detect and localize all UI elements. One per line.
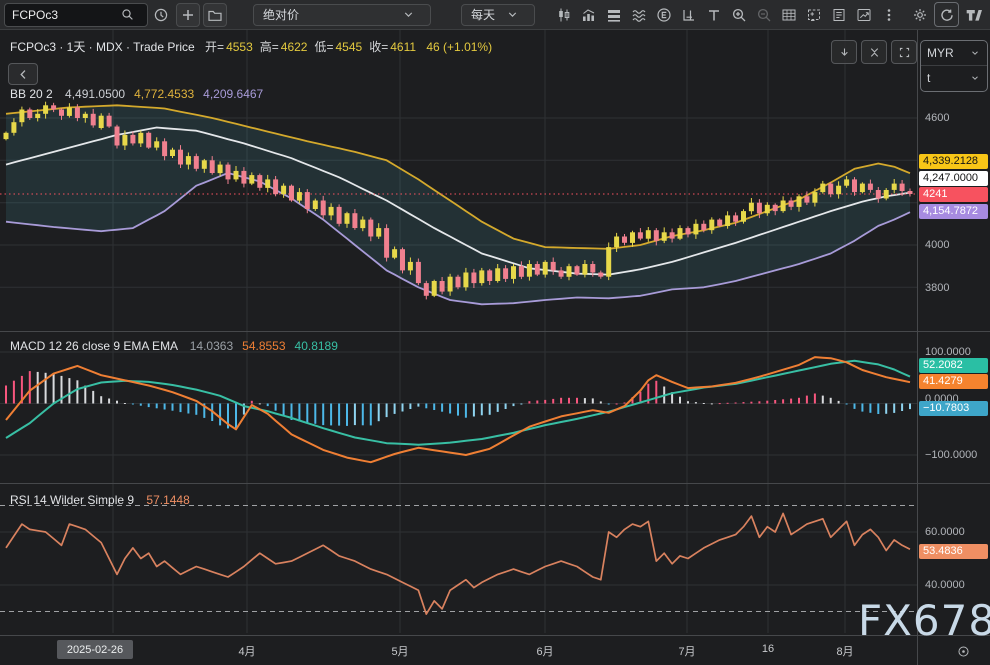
currency-dropdown[interactable]: MYR bbox=[921, 41, 987, 66]
chevron-down-icon bbox=[500, 2, 525, 28]
time-axis[interactable]: 2025-02-26 4月 5月 6月 7月 16 8月 bbox=[0, 635, 990, 665]
price-tick: 4000 bbox=[925, 239, 949, 251]
chevron-left-icon bbox=[11, 61, 36, 87]
chart-type-icon[interactable] bbox=[551, 2, 576, 28]
chevron-down-icon bbox=[969, 47, 981, 59]
undo-icon[interactable] bbox=[934, 2, 959, 27]
unit-label: t bbox=[927, 71, 930, 85]
currency-unit-selector: MYR t bbox=[920, 40, 988, 92]
price-axis[interactable]: 460040003800100.00000.0000−100.000060.00… bbox=[917, 30, 990, 635]
top-toolbar: FCPOc3 绝对价 每天 bbox=[0, 0, 990, 30]
collapse-icon bbox=[862, 39, 887, 65]
chart-canvas[interactable]: FCPOc3 · 1天 · MDX · Trade Price 开=4553高=… bbox=[0, 30, 917, 635]
snapshot-icon[interactable] bbox=[801, 2, 826, 28]
maximize-pane-button[interactable] bbox=[891, 40, 917, 64]
patterns-icon[interactable] bbox=[626, 2, 651, 28]
symbol-text: FCPOc3 bbox=[12, 8, 58, 22]
folder-icon[interactable] bbox=[203, 3, 227, 27]
interval-dropdown[interactable]: 每天 bbox=[461, 4, 535, 26]
chart-plot bbox=[0, 30, 917, 635]
price-badge: −10.7803 bbox=[919, 401, 988, 416]
price-badge: 41.4279 bbox=[919, 374, 988, 389]
price-badge: 4,339.2128 bbox=[919, 154, 988, 169]
interval-label: 每天 bbox=[471, 6, 495, 23]
price-tick: 100.0000 bbox=[925, 346, 971, 358]
more-options-icon[interactable] bbox=[876, 2, 901, 28]
back-button[interactable] bbox=[8, 63, 38, 85]
toolbar-right bbox=[907, 2, 986, 28]
time-tick: 8月 bbox=[836, 643, 853, 659]
collapse-pane-button[interactable] bbox=[861, 40, 887, 64]
indicators-icon[interactable] bbox=[576, 2, 601, 28]
time-tick: 6月 bbox=[536, 643, 553, 659]
sessions-icon bbox=[951, 638, 976, 664]
chart-stats-icon[interactable] bbox=[851, 2, 876, 28]
text-tool-icon[interactable] bbox=[701, 2, 726, 28]
cursor-date-badge: 2025-02-26 bbox=[57, 640, 133, 659]
arrow-down-icon bbox=[832, 39, 857, 65]
axis-divider bbox=[917, 636, 918, 665]
price-tick: 3800 bbox=[925, 282, 949, 294]
forecast-icon[interactable] bbox=[676, 2, 701, 28]
tradingview-logo-icon bbox=[961, 2, 986, 28]
time-tick: 16 bbox=[762, 643, 774, 655]
price-badge: 4,247.0000 bbox=[919, 171, 988, 186]
chevron-down-icon bbox=[396, 2, 421, 28]
trading-chart-app: FCPOc3 绝对价 每天 FCPOc3 · 1天 · MDX · Trade … bbox=[0, 0, 990, 665]
scroll-to-recent-button[interactable] bbox=[831, 40, 857, 64]
price-badge: 52.2082 bbox=[919, 358, 988, 373]
pane-buttons bbox=[831, 40, 917, 64]
chevron-down-icon bbox=[969, 72, 981, 84]
price-tick: 4600 bbox=[925, 112, 949, 124]
price-badge: 4,154.7872 bbox=[919, 204, 988, 219]
events-icon[interactable] bbox=[651, 2, 676, 28]
maximize-icon bbox=[892, 39, 917, 65]
sessions-settings-button[interactable] bbox=[953, 641, 973, 661]
toolbar-tools bbox=[551, 2, 901, 28]
pane-separator bbox=[918, 331, 990, 332]
price-badge: 53.4836 bbox=[919, 544, 988, 559]
symbol-search[interactable]: FCPOc3 bbox=[4, 3, 148, 27]
unit-dropdown[interactable]: t bbox=[921, 66, 987, 90]
price-tick: 40.0000 bbox=[925, 579, 965, 591]
compare-icon[interactable] bbox=[601, 2, 626, 28]
price-badge: 4241 bbox=[919, 187, 988, 202]
zoom-in-icon[interactable] bbox=[726, 2, 751, 28]
settings-gear-icon[interactable] bbox=[907, 2, 932, 28]
time-tick: 5月 bbox=[391, 643, 408, 659]
clock-icon[interactable] bbox=[148, 2, 173, 28]
pane-separator bbox=[918, 483, 990, 484]
zoom-out-icon[interactable] bbox=[751, 2, 776, 28]
table-icon[interactable] bbox=[776, 2, 801, 28]
price-tick: −100.0000 bbox=[925, 449, 977, 461]
compare-add-icon[interactable] bbox=[176, 3, 200, 27]
currency-label: MYR bbox=[927, 46, 954, 60]
price-tick: 60.0000 bbox=[925, 526, 965, 538]
time-tick: 4月 bbox=[238, 643, 255, 659]
price-mode-label: 绝对价 bbox=[263, 6, 299, 23]
notes-icon[interactable] bbox=[826, 2, 851, 28]
search-icon bbox=[115, 2, 140, 28]
time-tick: 7月 bbox=[678, 643, 695, 659]
price-mode-dropdown[interactable]: 绝对价 bbox=[253, 4, 431, 26]
